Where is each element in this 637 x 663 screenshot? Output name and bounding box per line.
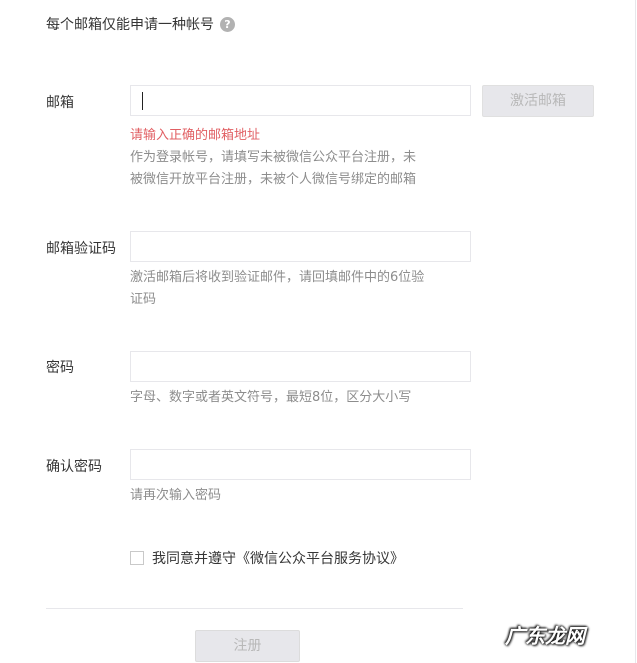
email-tip-line1: 作为登录帐号，请填写未被微信公众平台注册，未 (130, 150, 417, 165)
email-code-input[interactable] (130, 231, 471, 262)
account-notice: 每个邮箱仅能申请一种帐号 ? (46, 14, 235, 34)
agreement-checkbox[interactable] (130, 551, 144, 565)
confirm-password-tip: 请再次输入密码 (130, 488, 222, 503)
register-button[interactable]: 注册 (195, 630, 300, 662)
confirm-password-label: 确认密码 (46, 459, 102, 475)
email-code-tip-line2: 证码 (130, 292, 157, 307)
email-tip: 作为登录帐号，请填写未被微信公众平台注册，未 被微信开放平台注册，未被个人微信号… (130, 147, 460, 191)
email-tip-line2: 被微信开放平台注册，未被个人微信号绑定的邮箱 (130, 172, 417, 187)
agreement-row: 我同意并遵守《微信公众平台服务协议》 (130, 548, 404, 568)
confirm-password-input[interactable] (130, 449, 471, 480)
watermark-logo: 广东龙网 (505, 620, 585, 649)
page-right-border (635, 0, 636, 663)
email-code-tip-line1: 激活邮箱后将收到验证邮件，请回填邮件中的6位验 (130, 270, 425, 285)
password-label: 密码 (46, 360, 74, 376)
password-input[interactable] (130, 351, 471, 382)
notice-text: 每个邮箱仅能申请一种帐号 (46, 17, 214, 33)
email-input[interactable] (130, 85, 471, 116)
email-error-message: 请输入正确的邮箱地址 (130, 128, 261, 143)
help-circle-icon[interactable]: ? (220, 16, 235, 32)
email-code-tip: 激活邮箱后将收到验证邮件，请回填邮件中的6位验 证码 (130, 267, 460, 311)
watermark-text: 广东龙网 (505, 624, 585, 648)
divider (46, 608, 463, 609)
agreement-text[interactable]: 我同意并遵守《微信公众平台服务协议》 (152, 548, 404, 568)
email-label: 邮箱 (46, 95, 74, 111)
password-tip: 字母、数字或者英文符号，最短8位，区分大小写 (130, 390, 412, 405)
text-caret (142, 92, 143, 110)
email-code-label: 邮箱验证码 (46, 241, 116, 257)
activate-email-button[interactable]: 激活邮箱 (482, 85, 594, 117)
